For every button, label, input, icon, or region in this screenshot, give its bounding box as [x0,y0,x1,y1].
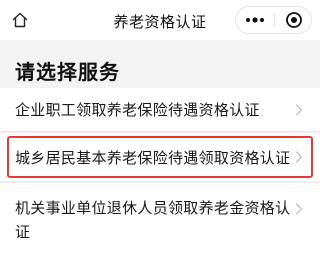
service-item-urban-rural-resident[interactable]: 城乡居民基本养老保险待遇领取资格认证 [0,133,320,181]
close-button[interactable] [275,7,312,33]
more-dots-icon [246,17,264,23]
chevron-right-icon [295,151,303,163]
more-button[interactable] [236,7,274,33]
navigation-bar: 养老资格认证 [0,0,320,40]
chevron-right-icon [295,104,303,116]
service-item-label: 机关事业单位退休人员领取养老金资格认证 [15,199,291,241]
service-item-institution-retiree[interactable]: 机关事业单位退休人员领取养老金资格认证 [0,182,320,256]
service-item-label: 企业职工领取养老保险待遇资格认证 [15,101,260,119]
service-item-label: 城乡居民基本养老保险待遇领取资格认证 [15,149,291,167]
service-item-enterprise-employee[interactable]: 企业职工领取养老保险待遇资格认证 [0,88,320,132]
service-content: 请选择服务 企业职工领取养老保险待遇资格认证 城乡居民基本养老保险待遇领取资格认… [0,40,320,256]
chevron-right-icon [295,203,303,215]
mini-program-capsule [235,6,312,34]
section-title: 请选择服务 [15,60,120,84]
target-close-icon [285,12,302,28]
